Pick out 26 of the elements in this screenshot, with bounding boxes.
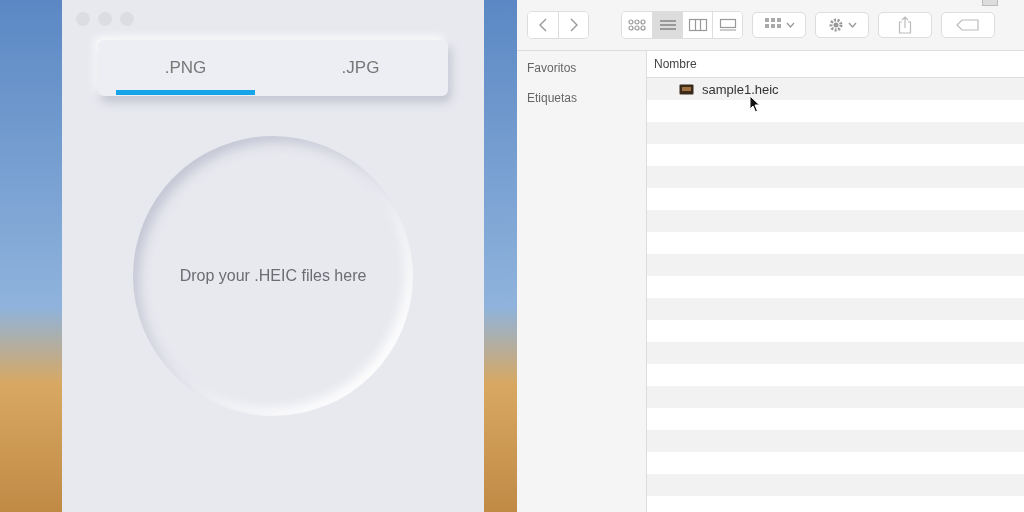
image-file-icon	[679, 83, 694, 95]
share-icon	[898, 16, 912, 34]
view-mode-button[interactable]	[652, 12, 682, 38]
chevron-left-icon	[538, 18, 548, 32]
tag-button[interactable]	[941, 12, 995, 38]
mouse-pointer-icon	[749, 95, 761, 113]
gallery-view-icon	[717, 18, 738, 32]
forward-button[interactable]	[558, 12, 588, 38]
view-mode-button[interactable]	[712, 12, 742, 38]
caret-icon	[785, 22, 795, 28]
sidebar-heading: Favoritos	[527, 61, 578, 75]
tag-icon	[956, 19, 980, 31]
list-view-icon	[657, 18, 678, 32]
caret-icon	[847, 22, 857, 28]
group-dropdown[interactable]	[752, 12, 806, 38]
icons-view-icon	[627, 18, 647, 32]
format-tab[interactable]: .JPG	[273, 40, 448, 96]
drop-zone-text: Drop your .HEIC files here	[179, 267, 367, 285]
columns-view-icon	[687, 18, 708, 32]
share-button[interactable]	[878, 12, 932, 38]
sidebar-heading: Etiquetas	[527, 91, 579, 105]
action-dropdown[interactable]	[815, 12, 869, 38]
format-tab[interactable]: .PNG	[98, 40, 273, 96]
drop-zone[interactable]: Drop your .HEIC files here	[133, 136, 413, 416]
chevron-right-icon	[568, 18, 579, 32]
gear-icon	[827, 17, 844, 33]
